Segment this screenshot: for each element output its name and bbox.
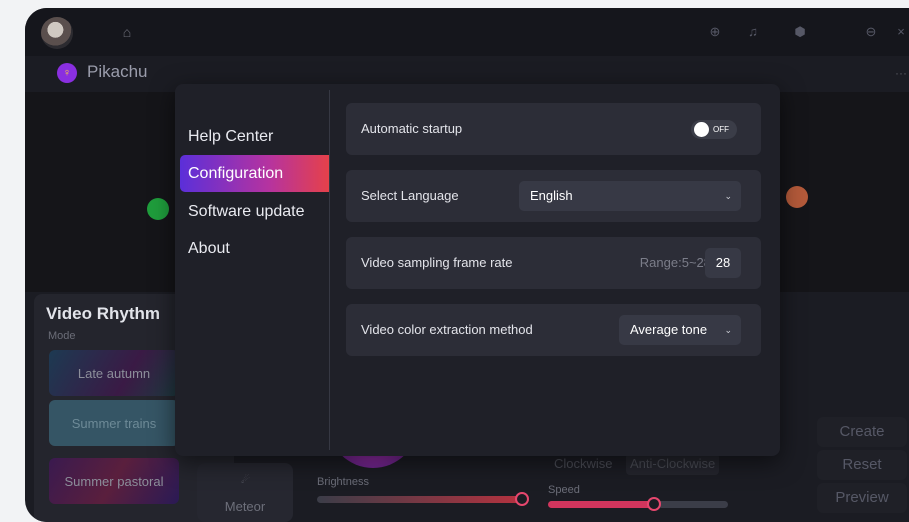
setting-label: Select Language	[361, 188, 459, 203]
mode-tile-label: Summer pastoral	[64, 473, 164, 489]
mode-tile-summer-pastoral[interactable]: Summer pastoral	[49, 458, 179, 504]
menu-about[interactable]: About	[180, 230, 329, 267]
setting-row-language: Select Language English ⌄	[346, 170, 761, 222]
add-device-icon[interactable]: ⊕	[705, 22, 725, 42]
setting-label: Video sampling frame rate	[361, 255, 513, 270]
menu-software-update[interactable]: Software update	[180, 193, 329, 230]
light-dot-green[interactable]	[147, 198, 169, 220]
setting-row-color-method: Video color extraction method Average to…	[346, 304, 761, 356]
menu-help-center[interactable]: Help Center	[180, 118, 329, 155]
language-select[interactable]: English ⌄	[519, 181, 741, 211]
meteor-icon: ☄	[241, 475, 250, 486]
mode-tile-label: Summer trains	[71, 415, 157, 431]
mode-tile-label: Late autumn	[77, 365, 151, 381]
brightness-slider-handle[interactable]	[515, 492, 529, 506]
chevron-down-icon: ⌄	[724, 325, 732, 335]
effect-label: Meteor	[224, 499, 266, 514]
speed-slider-track[interactable]	[658, 501, 728, 508]
speed-slider-handle[interactable]	[647, 497, 661, 511]
more-options-icon[interactable]: ···	[895, 66, 907, 80]
preview-button[interactable]: Preview	[817, 483, 907, 513]
toggle-knob	[694, 122, 709, 137]
mode-tile-late-autumn[interactable]: Late autumn	[49, 350, 179, 396]
light-dot-orange[interactable]	[786, 186, 808, 208]
toggle-state: OFF	[713, 125, 729, 134]
speed-slider-fill[interactable]	[548, 501, 658, 508]
chevron-down-icon: ⌄	[724, 191, 732, 201]
video-rhythm-title: Video Rhythm	[46, 304, 160, 323]
mode-tile-summer-trains[interactable]: Summer trains	[49, 400, 179, 446]
effect-tile-meteor[interactable]: ☄ Meteor	[197, 463, 293, 522]
close-icon[interactable]: ×	[891, 22, 909, 42]
color-method-select[interactable]: Average tone ⌄	[619, 315, 741, 345]
bulb-icon: ♀	[57, 63, 77, 83]
home-icon[interactable]: ⌂	[117, 22, 137, 42]
clockwise-toggle[interactable]: Clockwise	[550, 453, 617, 475]
settings-gear-icon[interactable]: ⬢	[790, 22, 810, 42]
device-name[interactable]: Pikachu	[87, 62, 147, 82]
title-bar: ⌂ ⊕ ♫ ⬢ ⊖ ×	[25, 8, 909, 56]
select-value: Average tone	[630, 322, 708, 337]
menu-configuration[interactable]: Configuration	[180, 155, 329, 192]
anti-clockwise-toggle[interactable]: Anti-Clockwise	[626, 453, 720, 475]
avatar[interactable]	[41, 17, 73, 49]
mode-label: Mode	[48, 330, 76, 342]
minimize-icon[interactable]: ⊖	[861, 22, 881, 42]
create-button[interactable]: Create	[817, 417, 907, 447]
auto-startup-toggle[interactable]: OFF	[691, 120, 737, 139]
select-value: English	[530, 188, 573, 203]
brightness-label: Brightness	[317, 476, 369, 488]
setting-row-frame-rate: Video sampling frame rate Range:5~28 28	[346, 237, 761, 289]
setting-label: Video color extraction method	[361, 322, 533, 337]
notification-bell-icon[interactable]: ♫	[743, 22, 763, 42]
speed-label: Speed	[548, 484, 580, 496]
setting-label: Automatic startup	[361, 121, 463, 136]
frame-rate-range: Range:5~28	[639, 255, 711, 270]
frame-rate-input[interactable]: 28	[705, 248, 741, 278]
setting-row-auto-startup: Automatic startup OFF	[346, 103, 761, 155]
brightness-slider[interactable]	[317, 496, 521, 503]
reset-button[interactable]: Reset	[817, 450, 907, 480]
menu-divider	[329, 90, 330, 450]
